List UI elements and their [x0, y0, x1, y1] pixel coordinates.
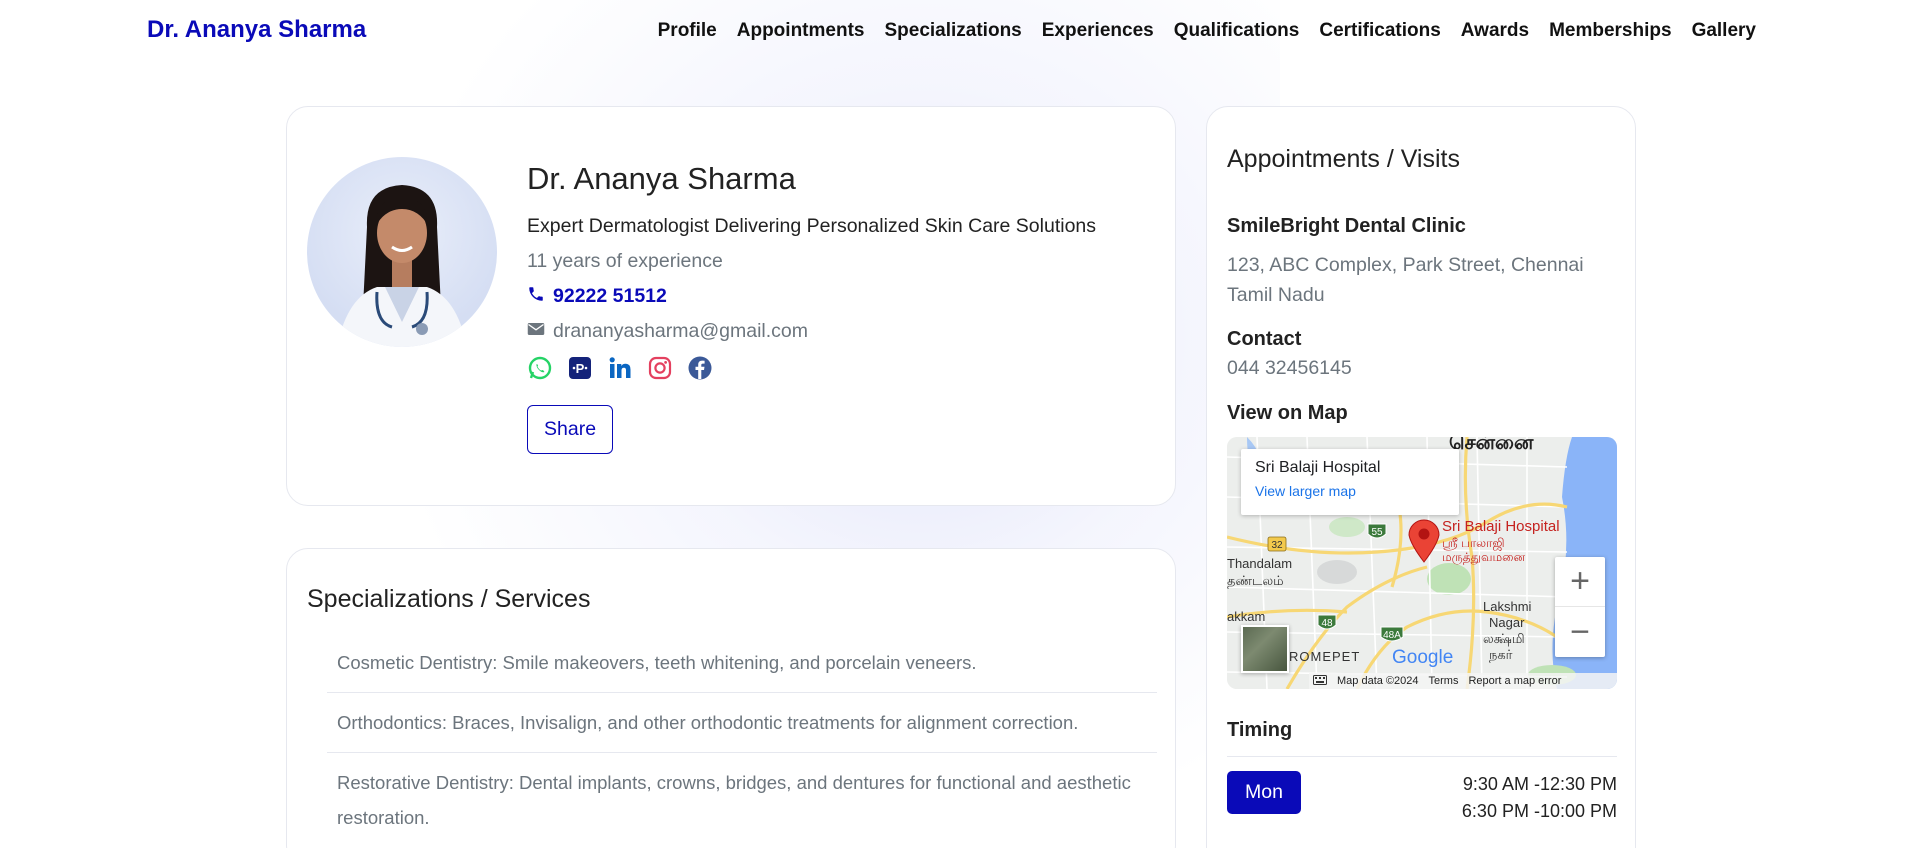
- map-label: View on Map: [1227, 402, 1348, 425]
- day-badge: Mon: [1227, 771, 1301, 815]
- map-data-text: Map data ©2024: [1337, 675, 1419, 688]
- nav-link-profile[interactable]: Profile: [648, 20, 727, 42]
- map-label-thandalam-tamil: தண்டலம்: [1227, 573, 1284, 588]
- svg-text:P: P: [576, 361, 585, 376]
- email-address[interactable]: drananyasharma@gmail.com: [553, 320, 808, 343]
- phone-icon: [527, 285, 545, 308]
- report-map-error-link[interactable]: Report a map error: [1468, 675, 1561, 687]
- address-line-1: 123, ABC Complex, Park Street, Chennai: [1227, 254, 1584, 276]
- profile-info: Dr. Ananya Sharma Expert Dermatologist D…: [527, 161, 1096, 454]
- map-satellite-toggle[interactable]: [1241, 625, 1289, 674]
- practo-icon[interactable]: P: [567, 355, 593, 381]
- map-pin-icon[interactable]: [1407, 517, 1441, 568]
- time-slots: 9:30 AM -12:30 PM 6:30 PM -10:00 PM: [1462, 771, 1617, 823]
- brand-link[interactable]: Dr. Ananya Sharma: [147, 16, 366, 44]
- appointments-card: Appointments / Visits SmileBright Dental…: [1206, 106, 1636, 848]
- doctor-tagline: Expert Dermatologist Delivering Personal…: [527, 215, 1097, 237]
- map-attribution-bar: Map data ©2024 Terms Report a map error: [1309, 673, 1617, 690]
- map-pin-label-tamil-2: மருத்துவமனை: [1442, 550, 1525, 565]
- nav-link-qualifications[interactable]: Qualifications: [1164, 20, 1310, 42]
- doctor-name: Dr. Ananya Sharma: [527, 161, 796, 196]
- clinic-address: 123, ABC Complex, Park Street, Chennai T…: [1227, 250, 1617, 310]
- timing-label: Timing: [1227, 719, 1293, 742]
- envelope-icon: [527, 321, 545, 342]
- list-item: Cosmetic Dentistry: Smile makeovers, tee…: [327, 633, 1157, 694]
- instagram-icon[interactable]: [647, 355, 673, 381]
- share-button[interactable]: Share: [527, 405, 614, 454]
- nav-links: Profile Appointments Specializations Exp…: [648, 20, 1766, 42]
- whatsapp-icon[interactable]: [527, 355, 553, 381]
- map-road-48a: 48A: [1383, 630, 1401, 641]
- zoom-out-button[interactable]: −: [1555, 607, 1605, 657]
- contact-label: Contact: [1227, 328, 1302, 351]
- nav-link-appointments[interactable]: Appointments: [727, 20, 875, 42]
- view-larger-map-link[interactable]: View larger map: [1255, 483, 1445, 499]
- list-item: Restorative Dentistry: Dental implants, …: [327, 753, 1157, 848]
- specializations-list: Cosmetic Dentistry: Smile makeovers, tee…: [327, 633, 1157, 848]
- appointments-title: Appointments / Visits: [1227, 145, 1460, 173]
- experience-text: 11 years of experience: [527, 250, 723, 272]
- specializations-card: Specializations / Services Cosmetic Dent…: [286, 548, 1176, 848]
- map-road-32: 32: [1271, 540, 1283, 551]
- timing-row: Mon 9:30 AM -12:30 PM 6:30 PM -10:00 PM: [1227, 756, 1617, 823]
- map-label-akkam: akkam: [1227, 609, 1265, 624]
- map-label-lakshmi-tamil: லக்ஷ்மி: [1483, 631, 1525, 646]
- contact-number[interactable]: 044 32456145: [1227, 357, 1617, 380]
- map-label-chromepet: ROMEPET: [1289, 649, 1360, 664]
- profile-card: Dr. Ananya Sharma Expert Dermatologist D…: [286, 106, 1176, 506]
- map-zoom-controls: + −: [1555, 557, 1605, 658]
- phone-line[interactable]: 92222 51512: [527, 285, 1096, 308]
- nav-link-awards[interactable]: Awards: [1451, 20, 1539, 42]
- list-item: Orthodontics: Braces, Invisalign, and ot…: [327, 693, 1157, 754]
- time-slot: 6:30 PM -10:00 PM: [1461, 800, 1617, 821]
- map-label-nagar: Nagar: [1489, 615, 1525, 630]
- nav-link-gallery[interactable]: Gallery: [1682, 20, 1766, 42]
- map-label-thandalam: Thandalam: [1227, 556, 1292, 571]
- map-road-48: 48: [1321, 618, 1333, 629]
- map-place-name: Sri Balaji Hospital: [1255, 459, 1381, 477]
- map-pin-label-tamil: ஸ்ரீ பாலாஜி: [1442, 536, 1505, 551]
- doctor-avatar: [307, 157, 497, 347]
- nav-link-experiences[interactable]: Experiences: [1032, 20, 1164, 42]
- specializations-title: Specializations / Services: [307, 585, 591, 613]
- map-info-window: Sri Balaji Hospital View larger map: [1241, 449, 1459, 516]
- map-label-top-tamil: சென்னை: [1449, 437, 1534, 454]
- email-line[interactable]: drananyasharma@gmail.com: [527, 320, 1096, 343]
- nav-link-memberships[interactable]: Memberships: [1539, 20, 1681, 42]
- zoom-in-button[interactable]: +: [1555, 557, 1605, 608]
- map-label-nagar-tamil: நகர்: [1489, 647, 1513, 662]
- nav-link-specializations[interactable]: Specializations: [874, 20, 1031, 42]
- map-road-55: 55: [1371, 527, 1383, 538]
- google-logo: Google: [1392, 647, 1454, 669]
- linkedin-icon[interactable]: [607, 355, 633, 381]
- phone-number[interactable]: 92222 51512: [553, 285, 667, 308]
- nav-link-certifications[interactable]: Certifications: [1309, 20, 1450, 42]
- time-slot: 9:30 AM -12:30 PM: [1462, 774, 1617, 795]
- facebook-icon[interactable]: [687, 355, 713, 381]
- address-line-2: Tamil Nadu: [1227, 284, 1325, 307]
- appointments-body: SmileBright Dental Clinic 123, ABC Compl…: [1227, 215, 1617, 824]
- top-navbar: Dr. Ananya Sharma Profile Appointments S…: [0, 0, 1905, 62]
- keyboard-icon[interactable]: [1313, 674, 1327, 688]
- terms-link[interactable]: Terms: [1429, 675, 1459, 687]
- map-pin-label: Sri Balaji Hospital: [1442, 518, 1560, 535]
- embedded-map[interactable]: 32 55 48 48A Thandalam தண்டலம் akkam ROM…: [1227, 437, 1617, 690]
- map-label-lakshmi: Lakshmi: [1483, 599, 1532, 614]
- clinic-name: SmileBright Dental Clinic: [1227, 215, 1466, 237]
- social-links: P: [527, 355, 1096, 381]
